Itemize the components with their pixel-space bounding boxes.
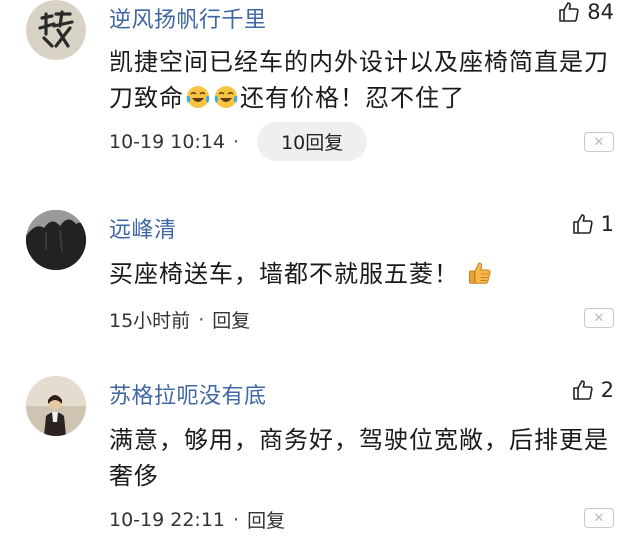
reply-button[interactable]: 回复 <box>247 506 285 533</box>
calligraphy-avatar-icon <box>26 0 86 60</box>
comment-meta: 10-19 22:11 · 回复 <box>109 506 285 533</box>
face-with-tears-of-joy-icon <box>214 86 238 108</box>
comment-text: 满意，够用，商务好，驾驶位宽敞，后排更是奢侈 <box>109 426 609 490</box>
username[interactable]: 苏格拉呃没有底 <box>109 378 267 410</box>
separator-dot: · <box>233 130 240 153</box>
like-count: 1 <box>600 212 614 236</box>
thumbs-up-outline-icon <box>572 214 593 234</box>
comment-text: 买座椅送车，墙都不就服五菱！ <box>109 256 609 292</box>
close-icon[interactable]: ✕ <box>584 132 614 152</box>
landscape-avatar-icon <box>26 210 86 270</box>
username[interactable]: 远峰清 <box>109 212 177 244</box>
like-button[interactable]: 84 <box>557 0 614 24</box>
thumbs-up-outline-icon <box>559 2 579 22</box>
avatar[interactable] <box>26 0 86 60</box>
face-with-tears-of-joy-icon <box>186 86 210 108</box>
comment-meta: 10-19 10:14 · 10回复 <box>109 122 368 161</box>
thumbs-up-outline-icon <box>572 380 593 400</box>
avatar[interactable] <box>26 210 86 270</box>
comment-text-part: 买座椅送车，墙都不就服五菱！ <box>109 260 459 288</box>
like-count: 84 <box>587 0 614 24</box>
comment-text: 凯捷空间已经车的内外设计以及座椅简直是刀刀致命 还有价格！忍不住了 <box>109 44 609 116</box>
comment-meta: 15小时前 · 回复 <box>109 306 250 333</box>
comment-2: 远峰清 1 买座椅送车，墙都不就服五菱！ 15小时前 · 回复 ✕ <box>0 210 640 340</box>
reply-button[interactable]: 回复 <box>212 306 250 333</box>
timestamp: 10-19 10:14 <box>109 130 226 153</box>
comment-1: 逆风扬帆行千里 84 凯捷空间已经车的内外设计以及座椅简直是刀刀致命 还有价格！… <box>0 0 640 180</box>
like-button[interactable]: 2 <box>571 378 614 402</box>
close-icon[interactable]: ✕ <box>584 308 614 328</box>
thumbs-up-emoji-icon <box>469 262 491 284</box>
comment-3: 苏格拉呃没有底 2 满意，够用，商务好，驾驶位宽敞，后排更是奢侈 10-19 2… <box>0 376 640 551</box>
username[interactable]: 逆风扬帆行千里 <box>109 2 267 34</box>
timestamp: 15小时前 <box>109 310 191 332</box>
separator-dot: · <box>233 508 240 531</box>
comment-text-part: 还有价格！忍不住了 <box>240 84 465 112</box>
separator-dot: · <box>198 308 205 331</box>
like-count: 2 <box>600 378 614 402</box>
timestamp: 10-19 22:11 <box>109 508 226 531</box>
like-button[interactable]: 1 <box>571 212 614 236</box>
close-icon[interactable]: ✕ <box>584 508 614 528</box>
person-avatar-icon <box>26 376 86 436</box>
avatar[interactable] <box>26 376 86 436</box>
reply-count-button[interactable]: 10回复 <box>257 122 368 161</box>
